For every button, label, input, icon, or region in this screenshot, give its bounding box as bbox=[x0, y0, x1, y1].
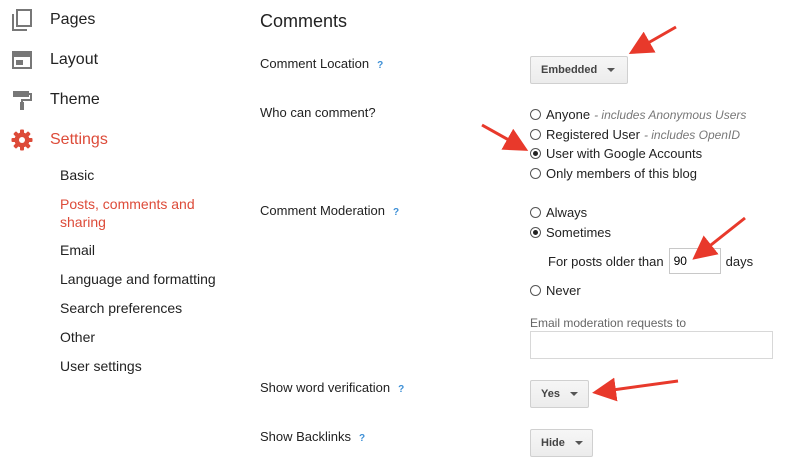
comment-location-text: Comment Location bbox=[260, 56, 370, 71]
radio-sometimes-label: Sometimes bbox=[546, 225, 612, 240]
email-moderation-label: Email moderation requests to bbox=[530, 316, 687, 330]
radio-never[interactable]: Never bbox=[530, 283, 581, 298]
older-than-prefix: For posts older than bbox=[548, 253, 664, 269]
arrow-to-location bbox=[628, 25, 677, 54]
radio-button-selected[interactable] bbox=[530, 227, 541, 238]
radio-button[interactable] bbox=[530, 285, 541, 296]
arrow-to-google-accounts bbox=[481, 123, 529, 151]
chevron-down-icon bbox=[574, 441, 583, 445]
word-verification-dropdown[interactable]: Yes bbox=[530, 380, 589, 408]
backlinks-dropdown[interactable]: Hide bbox=[530, 429, 593, 457]
arrow-to-word-verification bbox=[592, 377, 679, 402]
radio-anyone-note: - includes Anonymous Users bbox=[594, 107, 747, 122]
settings-gear-icon bbox=[11, 129, 33, 151]
radio-button[interactable] bbox=[530, 109, 541, 120]
annotation-arrows bbox=[481, 25, 746, 402]
layout-icon bbox=[12, 51, 32, 69]
radio-never-label: Never bbox=[546, 283, 581, 298]
radio-button[interactable] bbox=[530, 129, 541, 140]
section-title: Comments bbox=[260, 11, 348, 31]
radio-button[interactable] bbox=[530, 168, 541, 179]
help-icon[interactable]: ? bbox=[398, 384, 404, 395]
subnav-other[interactable]: Other bbox=[60, 328, 95, 346]
radio-sometimes[interactable]: Sometimes bbox=[530, 225, 611, 240]
word-verification-text: Show word verification bbox=[260, 380, 391, 395]
older-than-suffix: days bbox=[725, 253, 754, 269]
subnav-language-formatting[interactable]: Language and formatting bbox=[60, 270, 216, 288]
comment-location-value: Embedded bbox=[541, 64, 598, 76]
comment-moderation-label: Comment Moderation? bbox=[260, 203, 399, 218]
subnav-posts-comments-sharing[interactable]: Posts, comments and sharing bbox=[60, 195, 220, 231]
pages-icon bbox=[12, 9, 32, 31]
radio-google-accounts-label: User with Google Accounts bbox=[546, 146, 703, 161]
radio-always[interactable]: Always bbox=[530, 205, 587, 220]
subnav-email[interactable]: Email bbox=[60, 241, 95, 259]
radio-button-selected[interactable] bbox=[530, 148, 541, 159]
subnav-basic[interactable]: Basic bbox=[60, 166, 94, 184]
backlinks-value: Hide bbox=[541, 437, 565, 449]
radio-anyone[interactable]: Anyone - includes Anonymous Users bbox=[530, 107, 746, 122]
older-than-row: For posts older than days bbox=[548, 248, 753, 274]
radio-button[interactable] bbox=[530, 207, 541, 218]
chevron-down-icon bbox=[569, 392, 578, 396]
email-moderation-input[interactable] bbox=[530, 331, 773, 359]
help-icon[interactable]: ? bbox=[393, 207, 399, 218]
radio-blog-members-label: Only members of this blog bbox=[546, 166, 698, 181]
chevron-down-icon bbox=[607, 68, 616, 72]
nav-label-settings: Settings bbox=[50, 131, 108, 148]
nav-label-pages: Pages bbox=[50, 11, 96, 28]
help-icon[interactable]: ? bbox=[377, 60, 383, 71]
theme-icon bbox=[13, 91, 32, 110]
who-can-comment-label: Who can comment? bbox=[260, 105, 376, 120]
comment-location-dropdown[interactable]: Embedded bbox=[530, 56, 628, 84]
radio-registered-user-note: - includes OpenID bbox=[643, 127, 740, 142]
radio-always-label: Always bbox=[546, 205, 588, 220]
radio-registered-user-label: Registered User bbox=[546, 127, 640, 142]
comment-location-label: Comment Location? bbox=[260, 56, 383, 71]
backlinks-text: Show Backlinks bbox=[260, 429, 352, 444]
subnav-search-preferences[interactable]: Search preferences bbox=[60, 299, 182, 317]
radio-anyone-label: Anyone bbox=[546, 107, 591, 122]
help-icon[interactable]: ? bbox=[359, 433, 365, 444]
nav-label-layout: Layout bbox=[50, 51, 99, 68]
subnav-user-settings[interactable]: User settings bbox=[60, 357, 142, 375]
nav-label-theme: Theme bbox=[50, 91, 100, 108]
word-verification-label: Show word verification? bbox=[260, 380, 404, 395]
comment-moderation-text: Comment Moderation bbox=[260, 203, 385, 218]
radio-registered-user[interactable]: Registered User - includes OpenID bbox=[530, 127, 740, 142]
backlinks-label: Show Backlinks? bbox=[260, 429, 365, 444]
radio-blog-members[interactable]: Only members of this blog bbox=[530, 166, 697, 181]
radio-google-accounts[interactable]: User with Google Accounts bbox=[530, 146, 702, 161]
word-verification-value: Yes bbox=[541, 388, 560, 400]
days-input[interactable] bbox=[668, 248, 721, 274]
